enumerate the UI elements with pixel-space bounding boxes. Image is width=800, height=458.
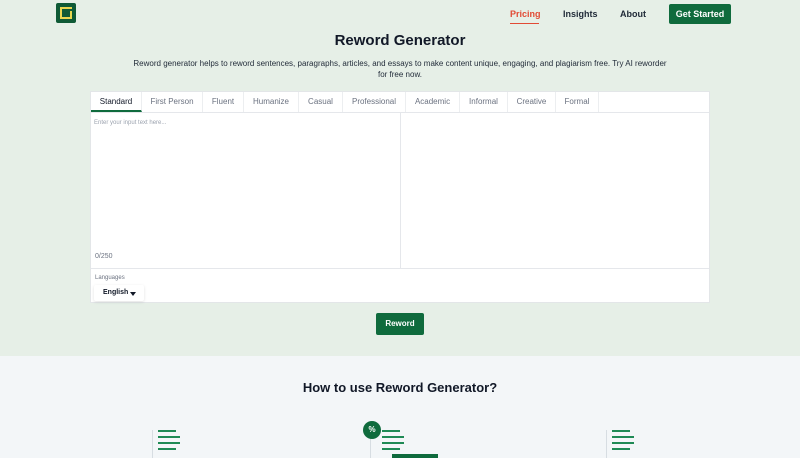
reword-editor: Standard First Person Fluent Humanize Ca… [90, 91, 710, 303]
nav-active-underline [510, 23, 539, 24]
mode-tabs: Standard First Person Fluent Humanize Ca… [91, 92, 709, 113]
language-select-value: English [103, 289, 129, 296]
pane-divider [400, 113, 401, 268]
tab-informal[interactable]: Informal [460, 92, 508, 112]
percent-badge-glyph: % [368, 425, 376, 434]
get-started-button[interactable]: Get Started [669, 4, 731, 24]
page-title: Reword Generator [334, 32, 466, 49]
page-description: Reword generator helps to reword sentenc… [133, 59, 667, 79]
percent-badge-icon: % [363, 421, 381, 439]
language-row: Languages English [91, 268, 709, 303]
tab-academic[interactable]: Academic [406, 92, 460, 112]
language-select[interactable]: English [94, 285, 144, 301]
tab-standard[interactable]: Standard [91, 92, 142, 112]
tab-creative[interactable]: Creative [508, 92, 556, 112]
logo-icon[interactable] [56, 3, 76, 23]
document-icon-step-1 [146, 416, 186, 458]
document-icon-step-3 [600, 416, 640, 458]
character-counter: 0/250 [95, 253, 113, 260]
how-to-title: How to use Reword Generator? [302, 380, 498, 395]
tab-first-person[interactable]: First Person [142, 92, 203, 112]
tab-fluent[interactable]: Fluent [203, 92, 244, 112]
tab-formal[interactable]: Formal [556, 92, 599, 112]
nav-link-insights[interactable]: Insights [563, 9, 598, 19]
step-2-highlight-bar [392, 454, 438, 458]
logo-mark-g [64, 11, 72, 19]
chevron-down-icon [130, 292, 136, 296]
reword-button[interactable]: Reword [376, 313, 424, 335]
tab-humanize[interactable]: Humanize [244, 92, 299, 112]
languages-label: Languages [95, 275, 125, 281]
nav-link-about[interactable]: About [620, 9, 646, 19]
nav-link-pricing[interactable]: Pricing [510, 9, 541, 19]
top-navigation: Pricing Insights About Get Started [0, 0, 800, 30]
tab-casual[interactable]: Casual [299, 92, 343, 112]
input-text-area[interactable]: Enter your input text here... [94, 120, 166, 126]
hero-section: Pricing Insights About Get Started Rewor… [0, 0, 800, 356]
tab-professional[interactable]: Professional [343, 92, 406, 112]
